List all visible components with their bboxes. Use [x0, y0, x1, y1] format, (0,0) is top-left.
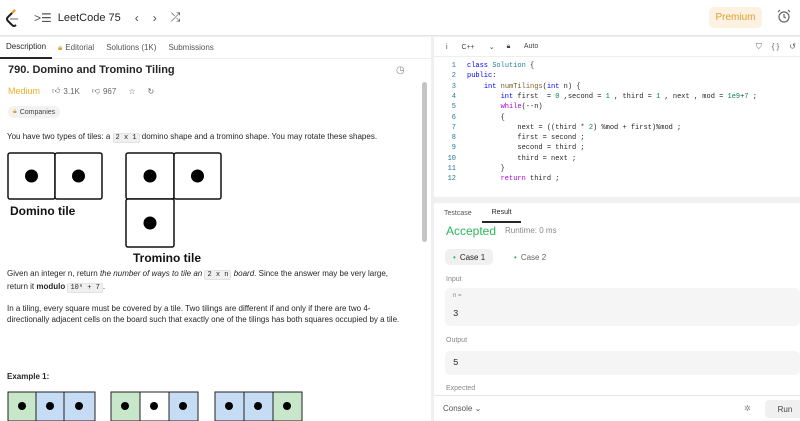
intro-text: You have two types of tiles: a 2 x 1 dom…	[7, 132, 378, 143]
tab-result[interactable]: Result	[481, 203, 522, 223]
thumbs-down-icon: 👎︎	[91, 86, 100, 95]
info-icon: i	[446, 43, 448, 51]
code-line: int first = 0 ,second = 1 , third = 1 , …	[500, 92, 757, 101]
braces-icon[interactable]: { }	[772, 42, 780, 52]
input-key: n =	[453, 293, 462, 299]
shuffle-icon[interactable]: ⤮	[171, 10, 181, 25]
code-line: class Solution {	[467, 62, 535, 70]
run-button[interactable]: Run	[765, 400, 800, 418]
output-value: 5	[453, 358, 459, 368]
case-1-button[interactable]: • Case 1	[445, 249, 494, 265]
result-tabs: Testcase Result	[434, 203, 800, 223]
expected-label: Expected	[446, 385, 476, 392]
case-2-button[interactable]: • Case 2	[506, 249, 554, 265]
chevron-right-icon[interactable]: ›	[153, 11, 157, 25]
code-line: int numTilings(int n) {	[483, 82, 581, 91]
code-line: while(--n)	[500, 103, 543, 112]
code-line: {	[467, 113, 505, 122]
output-box: 5	[445, 351, 800, 375]
code-line: third = next ;	[467, 154, 577, 163]
example-boards	[7, 391, 303, 421]
difficulty-badge: Medium	[8, 86, 41, 96]
lock-icon: 🔒︎	[13, 108, 17, 115]
tiles-illustration	[7, 152, 222, 248]
debug-icon[interactable]: ✲	[744, 404, 751, 413]
top-bar: >☰ LeetCode 75 ‹ › ⤮ Premium	[0, 0, 800, 36]
code-line: second = third ;	[467, 144, 585, 153]
clock-icon[interactable]: ◷	[396, 65, 405, 76]
tab-editorial[interactable]: 🔒︎ Editorial	[52, 37, 100, 59]
editor-actions: ⛉ { } ↺	[756, 42, 796, 52]
problem-list-title[interactable]: LeetCode 75	[58, 12, 121, 24]
editor-panel: i C++ ⌄ 🔒︎ Auto ⛉ { } ↺ 1 2 3 4 5 6 7 8 …	[434, 37, 800, 421]
like-button[interactable]: 👍︎ 3.1K	[52, 86, 80, 96]
tab-testcase[interactable]: Testcase	[434, 203, 482, 223]
problem-title: 790. Domino and Tromino Tiling	[8, 64, 175, 76]
domino-label: Domino tile	[10, 204, 76, 218]
output-label: Output	[446, 337, 468, 344]
editor-toolbar: i C++ ⌄ 🔒︎ Auto	[434, 37, 800, 57]
check-dot-icon: •	[514, 252, 517, 262]
lock-icon: 🔒︎	[506, 42, 511, 50]
example-heading: Example 1:	[7, 372, 50, 381]
star-icon[interactable]: ☆	[128, 87, 135, 96]
tab-description[interactable]: Description	[0, 37, 53, 59]
description-panel: Description 🔒︎ Editorial Solutions (1K) S…	[0, 37, 431, 421]
status-accepted: Accepted	[446, 224, 497, 238]
problem-list-icon[interactable]: >☰	[34, 11, 52, 25]
tromino-label: Tromino tile	[133, 251, 202, 265]
code-line: public:	[467, 72, 497, 81]
tab-solutions[interactable]: Solutions (1K)	[100, 37, 162, 59]
input-label: Input	[446, 276, 462, 283]
chevron-left-icon[interactable]: ‹	[135, 11, 139, 25]
check-dot-icon: •	[453, 252, 456, 262]
console-toggle[interactable]: Console ⌄	[443, 404, 481, 413]
problem-meta: Medium 👍︎ 3.1K 👎︎ 967 ☆ ↻	[8, 86, 166, 96]
code-line: first = second ;	[467, 134, 585, 143]
task-text: Given an integer n, return the number of…	[7, 269, 388, 293]
language-select[interactable]: i C++ ⌄	[446, 43, 495, 51]
lock-icon: 🔒︎	[58, 42, 63, 52]
dislike-button[interactable]: 👎︎ 967	[92, 86, 116, 96]
input-value: 3	[453, 309, 459, 319]
alarm-clock-icon[interactable]	[777, 9, 791, 23]
code-line: return third ;	[500, 175, 560, 184]
auto-mode-toggle[interactable]: 🔒︎ Auto	[507, 43, 551, 51]
console-bar: Console ⌄ ✲ Run	[434, 395, 800, 421]
code-line: }	[467, 165, 505, 173]
description-scrollbar[interactable]	[422, 82, 427, 242]
description-tabs: Description 🔒︎ Editorial Solutions (1K) S…	[0, 37, 431, 59]
tab-submissions[interactable]: Submissions	[162, 37, 219, 59]
premium-button[interactable]: Premium	[709, 7, 762, 28]
runtime-text: Runtime: 0 ms	[505, 226, 557, 235]
input-box: n = 3	[445, 288, 800, 326]
code-line: next = ((third * 2) %mod + first)%mod ;	[467, 123, 682, 132]
share-icon[interactable]: ↻	[148, 87, 155, 96]
companies-tag[interactable]: 🔒︎ Companies	[8, 106, 61, 118]
reset-icon[interactable]: ↺	[789, 42, 796, 52]
thumbs-up-icon: 👍︎	[52, 86, 61, 95]
tiling-text: In a tiling, every square must be covere…	[7, 304, 400, 324]
leetcode-logo-icon[interactable]	[6, 8, 20, 27]
bookmark-icon[interactable]: ⛉	[756, 42, 762, 52]
